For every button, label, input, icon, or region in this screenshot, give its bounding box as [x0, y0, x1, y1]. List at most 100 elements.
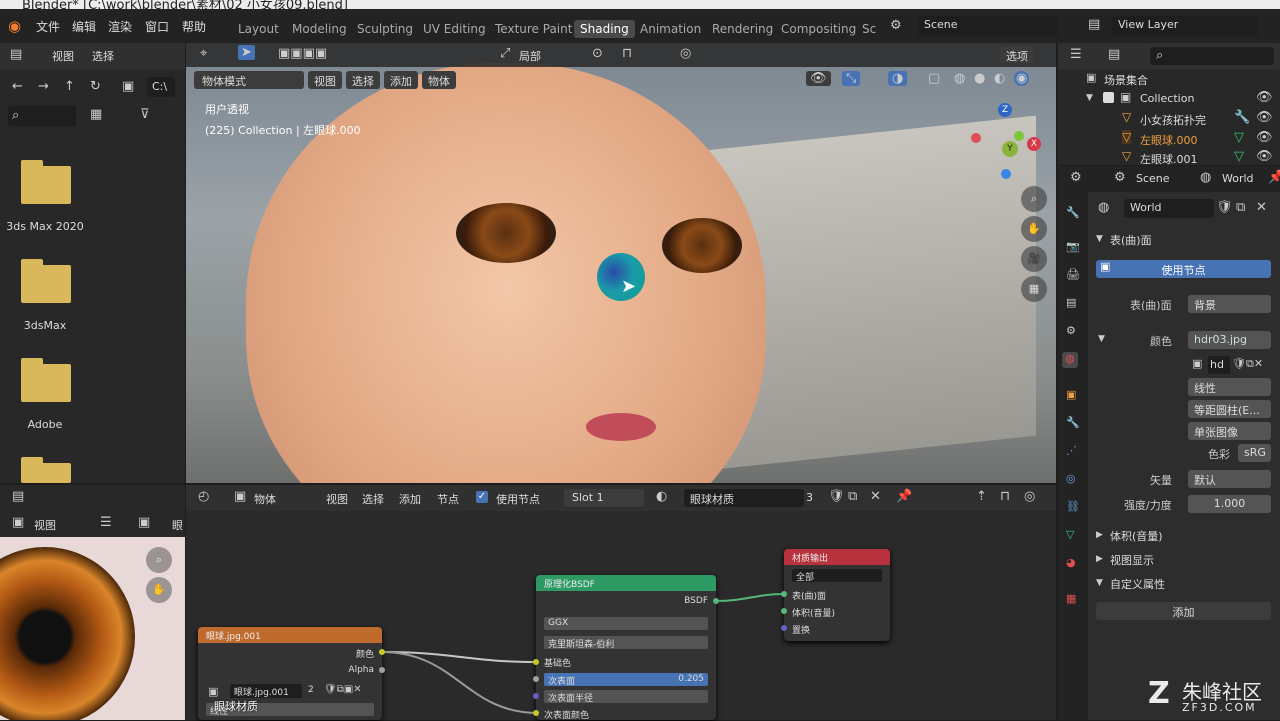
modifier-tab-icon[interactable]: 🔧 — [1066, 416, 1082, 432]
tab-compositing[interactable]: Compositing — [781, 22, 856, 36]
image-browse-icon[interactable]: ▣ — [138, 515, 150, 530]
proportional-edit-icon[interactable]: ◎ — [680, 46, 691, 61]
visibility-icon[interactable]: 👁 — [806, 71, 831, 86]
pan-hand-icon[interactable]: ✋ — [146, 577, 172, 603]
path-field[interactable]: C:\ — [147, 77, 175, 97]
menu-help[interactable]: 帮助 — [182, 18, 206, 35]
subsurface-socket[interactable] — [533, 676, 539, 682]
use-nodes-button[interactable]: 使用节点 — [1096, 260, 1271, 278]
image-view-icon[interactable]: ▣ — [12, 515, 24, 530]
gizmo-icon[interactable]: ⤡ — [842, 71, 861, 86]
breadcrumb-world[interactable]: World — [1222, 172, 1254, 185]
tab-animation[interactable]: Animation — [640, 22, 701, 36]
tab-texture-paint[interactable]: Texture Paint — [495, 22, 572, 36]
gizmo-x[interactable]: X — [1027, 137, 1041, 151]
blender-logo-icon[interactable]: ◉ — [8, 17, 21, 35]
select-mode-icons[interactable]: ▣▣▣▣ — [278, 46, 327, 61]
tab-more[interactable]: Sc — [862, 22, 876, 36]
refresh-icon[interactable]: ↻ — [90, 79, 101, 94]
interpolation-dropdown[interactable]: 线性 — [1188, 378, 1271, 396]
view-layer-selector[interactable]: View Layer — [1112, 16, 1258, 36]
modifier-wrench-icon[interactable]: 🔧 — [1234, 110, 1250, 125]
camera-icon[interactable]: 🎥 — [1021, 246, 1047, 272]
editor-type-icon[interactable]: ⚙ — [1070, 170, 1082, 185]
gizmo-neg-y[interactable] — [1014, 131, 1024, 141]
output-tab-icon[interactable]: 🖨 — [1066, 268, 1082, 284]
image-browse-icon[interactable]: ▣ — [208, 685, 218, 698]
fb-menu-view[interactable]: 视图 — [52, 48, 74, 64]
distribution-dropdown[interactable]: GGX — [544, 617, 708, 630]
outliner-item-eye-001[interactable]: 左眼球.001 — [1140, 151, 1198, 167]
rendered-shading-icon[interactable]: ◉ — [1014, 71, 1030, 86]
mesh-data-icon[interactable]: ▽ — [1234, 149, 1244, 164]
color-texture-field[interactable]: hdr03.jpg — [1188, 331, 1271, 349]
texture-tab-icon[interactable]: ▦ — [1066, 592, 1082, 608]
object-mode-dropdown[interactable]: 物体模式 — [194, 71, 304, 89]
eye-texture-image[interactable]: ⌕ ✋ — [0, 537, 185, 720]
image-file-field[interactable]: 眼球.jpg.001 — [230, 684, 302, 698]
duplicate-icon[interactable]: ⧉ — [1236, 200, 1245, 215]
expand-icon[interactable]: ▼ — [1098, 334, 1105, 344]
wireframe-shading-icon[interactable]: ◍ — [954, 71, 965, 86]
gizmo-neg-x[interactable] — [971, 133, 981, 143]
filter-icon[interactable]: ⊽ — [140, 107, 150, 122]
menu-file[interactable]: 文件 — [36, 18, 60, 35]
material-shading-icon[interactable]: ◐ — [994, 71, 1005, 86]
breadcrumb-scene[interactable]: Scene — [1136, 172, 1170, 185]
display-mode-icon[interactable]: ▦ — [90, 107, 102, 122]
render-tab-icon[interactable]: 📷 — [1066, 240, 1082, 256]
exclude-checkbox[interactable] — [1103, 92, 1114, 103]
surface-shader-field[interactable]: 背景 — [1188, 295, 1271, 313]
transform-orientation-icon[interactable]: ⤢ — [500, 46, 510, 61]
back-icon[interactable]: ← — [12, 79, 23, 94]
gizmo-y[interactable]: Y — [1002, 141, 1018, 157]
sss-method-dropdown[interactable]: 克里斯坦森-伯利 — [544, 636, 708, 650]
editor-type-icon[interactable]: ▤ — [10, 47, 22, 62]
menu-edit[interactable]: 编辑 — [72, 18, 96, 35]
options-dropdown[interactable]: 选项 — [1000, 47, 1034, 63]
alpha-socket[interactable] — [379, 667, 385, 673]
tab-shading[interactable]: Shading — [574, 20, 635, 38]
close-icon[interactable]: ✕ — [1256, 200, 1267, 215]
sss-color-socket[interactable] — [533, 710, 539, 716]
strength-field[interactable]: 1.000 — [1188, 495, 1271, 513]
viewport-menu-view[interactable]: 视图 — [308, 71, 342, 89]
pan-hand-icon[interactable]: ✋ — [1021, 216, 1047, 242]
subsurface-slider[interactable]: 次表面 0.205 — [544, 673, 708, 687]
solid-shading-icon[interactable]: ● — [974, 71, 985, 86]
viewport-display-section[interactable]: 视图显示 — [1110, 552, 1154, 568]
zoom-icon[interactable]: ⌕ — [146, 547, 172, 573]
zoom-icon[interactable]: ⌕ — [1021, 186, 1047, 212]
shader-node-editor[interactable]: ◴ ▣ 物体 视图 选择 添加 节点 ✓ 使用节点 Slot 1 ◐ 眼球材质 … — [186, 485, 1056, 721]
data-tab-icon[interactable]: ▽ — [1066, 528, 1082, 544]
collapse-icon[interactable]: ▶ — [1096, 530, 1103, 540]
menu-render[interactable]: 渲染 — [108, 18, 132, 35]
outliner-item-girl[interactable]: 小女孩拓扑完 — [1140, 112, 1206, 128]
image-node-header[interactable]: 眼球.jpg.001 — [198, 627, 382, 643]
editor-type-icon[interactable]: ⌖ — [200, 46, 207, 61]
object-tab-icon[interactable]: ▣ — [1066, 388, 1082, 404]
scene-icon[interactable]: ⚙ — [890, 18, 902, 33]
editor-type-icon[interactable]: ☰ — [1070, 47, 1082, 62]
overlay-icon[interactable]: ◑ — [888, 71, 908, 86]
forward-icon[interactable]: → — [38, 79, 49, 94]
folder-icon[interactable] — [21, 358, 71, 402]
image-menu-view[interactable]: 视图 — [34, 517, 56, 533]
outliner-item-collection[interactable]: Collection — [1140, 92, 1194, 105]
colorspace-dropdown[interactable]: sRG — [1238, 444, 1271, 462]
file-search-input[interactable]: ⌕ — [8, 106, 76, 126]
image-datablock-icons[interactable]: 🛡⧉✕ — [1232, 357, 1263, 371]
viewport-menu-select[interactable]: 选择 — [346, 71, 380, 89]
menu-icon[interactable]: ☰ — [100, 515, 112, 530]
transform-orientation[interactable]: 局部 — [519, 48, 541, 64]
expand-icon[interactable]: ▼ — [1096, 234, 1103, 244]
image-name-field[interactable]: 眼 — [172, 517, 183, 533]
displacement-socket[interactable] — [781, 625, 787, 631]
tab-uv-editing[interactable]: UV Editing — [423, 22, 486, 36]
viewport-menu-object[interactable]: 物体 — [422, 71, 456, 89]
new-folder-icon[interactable]: ▣ — [122, 79, 134, 94]
xray-icon[interactable]: ▢ — [928, 71, 940, 86]
vector-field[interactable]: 默认 — [1188, 470, 1271, 488]
subsurface-radius-dropdown[interactable]: 次表面半径 — [544, 690, 708, 704]
eye-icon[interactable]: 👁 — [1256, 149, 1273, 164]
